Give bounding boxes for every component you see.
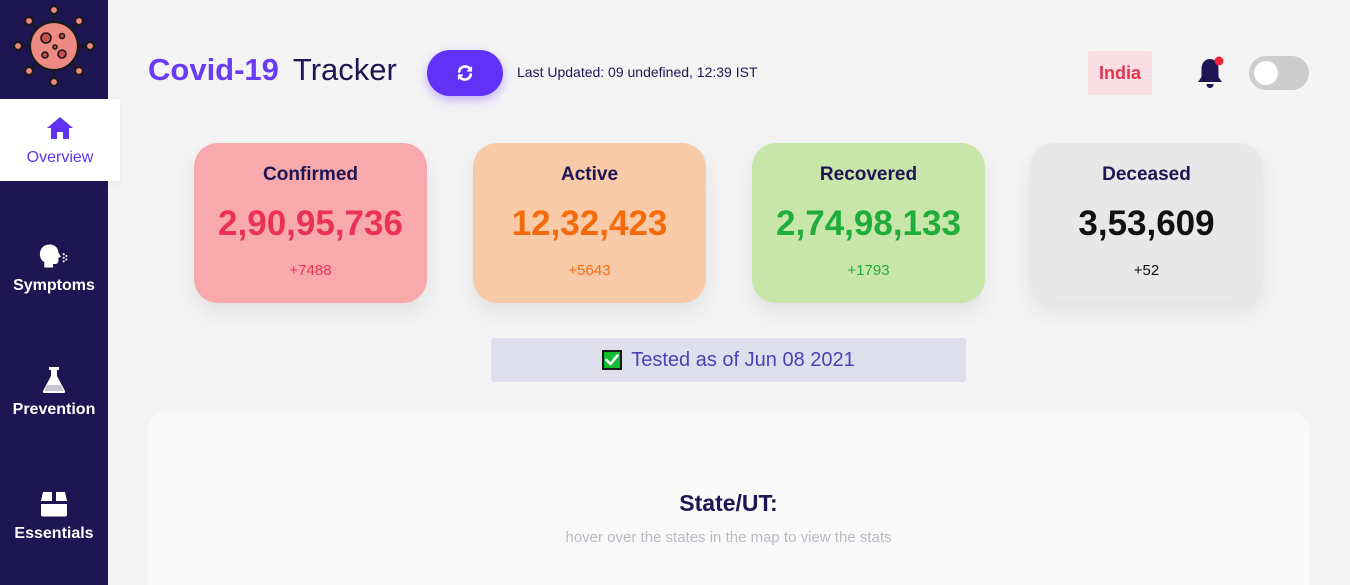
notification-button[interactable]	[1195, 56, 1227, 90]
state-panel: State/UT: hover over the states in the m…	[148, 412, 1309, 585]
sidebar-item-label: Overview	[26, 149, 94, 166]
sidebar-item-essentials[interactable]: Essentials	[0, 475, 108, 557]
card-delta: +52	[1133, 262, 1160, 279]
state-title: State/UT:	[679, 490, 778, 516]
refresh-button[interactable]	[427, 50, 503, 96]
tested-text: Tested as of Jun 08 2021	[631, 348, 855, 371]
sidebar-item-label: Prevention	[12, 401, 96, 418]
card-value: 2,90,95,736	[218, 204, 403, 243]
card-label: Deceased	[1102, 164, 1191, 185]
recovered-card: Recovered 2,74,98,133 +1793	[752, 143, 985, 303]
box-icon	[39, 489, 69, 519]
last-updated-text: Last Updated: 09 undefined, 12:39 IST	[517, 64, 758, 80]
card-value: 12,32,423	[511, 204, 668, 243]
sidebar: Overview Symptoms Prevention Essentials	[0, 0, 120, 585]
card-delta: +5643	[568, 262, 611, 279]
card-value: 3,53,609	[1078, 204, 1215, 243]
card-label: Recovered	[819, 164, 918, 185]
check-box-icon	[602, 350, 623, 370]
card-label: Confirmed	[263, 164, 358, 185]
title-part-covid: Covid-19	[148, 52, 279, 87]
sidebar-item-symptoms[interactable]: Symptoms	[0, 227, 108, 309]
refresh-icon	[457, 65, 473, 81]
card-value: 2,74,98,133	[776, 204, 961, 243]
sidebar-item-label: Essentials	[14, 525, 94, 542]
card-label: Active	[560, 164, 619, 185]
sidebar-item-prevention[interactable]: Prevention	[0, 351, 108, 433]
card-delta: +7488	[289, 262, 332, 279]
active-card: Active 12,32,423 +5643	[473, 143, 706, 303]
tested-banner: Tested as of Jun 08 2021	[491, 338, 966, 382]
country-button[interactable]: India	[1088, 51, 1152, 95]
cough-icon	[39, 241, 69, 271]
home-icon	[45, 113, 75, 143]
sidebar-item-overview[interactable]: Overview	[0, 99, 120, 181]
virus-icon[interactable]	[12, 4, 96, 88]
title-part-tracker: Tracker	[292, 52, 397, 87]
confirmed-card: Confirmed 2,90,95,736 +7488	[194, 143, 427, 303]
bell-icon	[1198, 56, 1224, 88]
card-delta: +1793	[847, 262, 890, 279]
sidebar-item-label: Symptoms	[13, 277, 95, 294]
deceased-card: Deceased 3,53,609 +52	[1030, 143, 1263, 303]
theme-toggle[interactable]	[1249, 56, 1309, 90]
toggle-knob	[1254, 61, 1278, 85]
page-title: Covid-19 Tracker	[148, 52, 397, 88]
state-hint: hover over the states in the map to view…	[565, 529, 892, 546]
flask-icon	[39, 365, 69, 395]
